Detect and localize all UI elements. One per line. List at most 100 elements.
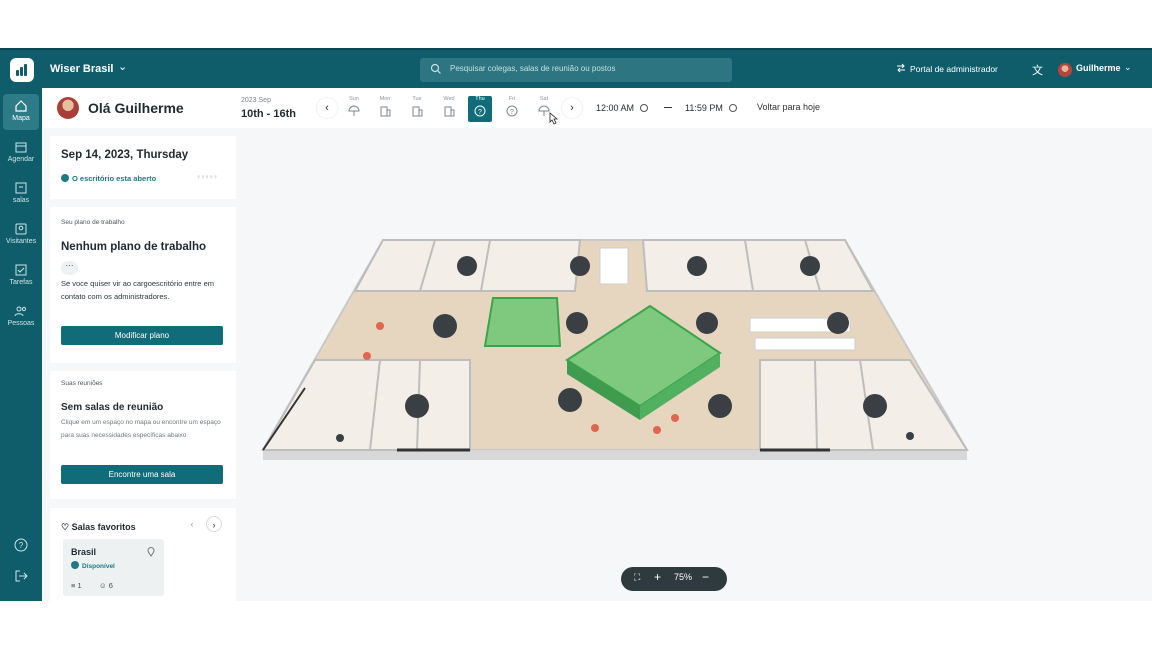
nav-label: Visitantes [5,238,37,245]
check-icon [71,561,79,569]
pod[interactable] [708,394,732,418]
desk-row[interactable] [754,337,856,351]
work-plan-label: Seu plano de trabalho [61,219,125,226]
day-thu[interactable]: Thu? [468,96,492,122]
office-icon [412,106,423,117]
nav-tasks[interactable]: Tarefas [3,258,39,294]
translate-icon[interactable]: 文 [1032,62,1043,78]
pod[interactable] [800,256,820,276]
day-fri[interactable]: Fri? [500,96,524,122]
selected-date: Sep 14, 2023, Thursday [61,149,189,161]
next-week-button[interactable]: › [562,98,582,118]
nav-people[interactable]: Pessoas [3,299,39,335]
nav-map[interactable]: Mapa [3,94,39,130]
more-options-button[interactable]: ··· [61,261,78,275]
desk-cluster[interactable] [599,247,629,285]
favorites-card: ♡ Salas favoritos ‹ › Brasil Disponível … [50,508,236,601]
chair [363,352,371,360]
chevron-down-icon[interactable]: ⌄ [1124,62,1132,73]
chair [376,322,384,330]
floor-edge [263,450,967,460]
home-icon [15,100,27,112]
left-nav: Mapa Agendar salas Visitantes Tarefas Pe… [0,88,42,601]
location-pin-icon[interactable] [147,547,155,557]
fullscreen-icon[interactable]: ⛶ [634,572,640,583]
day-sun[interactable]: Sun [342,96,366,122]
pod[interactable] [566,312,588,334]
zoom-out-button[interactable]: − [702,570,709,584]
svg-text:?: ? [19,541,24,550]
nav-visitors[interactable]: Visitantes [3,217,39,253]
room-floors: ≡ 1 [71,581,82,590]
start-time-field[interactable]: 12:00 AM [590,98,662,118]
clock-icon [728,104,737,112]
check-icon [61,174,69,182]
zoom-level: 75% [674,572,693,582]
meeting-room-small[interactable] [483,297,562,347]
pod[interactable] [827,312,849,334]
visitor-badge-icon [15,223,27,235]
chair [671,414,679,422]
user-name[interactable]: Guilherme [1076,63,1121,73]
chair [653,426,661,434]
cursor-icon [549,112,559,125]
meetings-label: Suas reuniões [61,380,103,387]
time-separator [664,107,672,108]
room-name: Brasil [71,547,97,557]
search-icon [430,63,441,74]
day-wed[interactable]: Wed [437,96,461,122]
end-time-field[interactable]: 11:59 PM [679,98,743,118]
pod[interactable] [405,394,429,418]
day-mon[interactable]: Mon [373,96,397,122]
search-input[interactable]: Pesquisar colegas, salas de reunião ou p… [420,58,732,82]
work-plan-card: Seu plano de trabalho Nenhum plano de tr… [50,207,236,363]
favorites-title: ♡ Salas favoritos [61,522,136,532]
day-tue[interactable]: Tue [405,96,429,122]
nav-label: Agendar [7,156,35,163]
work-plan-title: Nenhum plano de trabalho [61,241,207,253]
day-card: Sep 14, 2023, Thursday O escritório esta… [50,136,236,199]
office-status: O escritório esta aberto [61,174,156,183]
modify-plan-button[interactable]: Modificar plano [61,326,223,345]
pod[interactable] [457,256,477,276]
app-window: Wiser Brasil ⌄ Pesquisar colegas, salas … [0,48,1152,601]
week-range: 10th - 16th [241,108,297,120]
office-icon [380,106,391,117]
header-row: Olá Guilherme 2023 Sep 10th - 16th ‹ Sun… [42,88,1152,128]
org-name[interactable]: Wiser Brasil [50,63,114,75]
floor-map[interactable] [245,138,1152,601]
floor-plan-3d[interactable] [245,138,1152,601]
pod[interactable] [696,312,718,334]
app-logo-icon[interactable] [10,58,34,82]
next-favorite-button[interactable]: › [206,516,222,532]
pod[interactable] [570,256,590,276]
greeting: Olá Guilherme [88,100,184,116]
work-plan-text: Se voce quiser vir ao cargoescritório en… [61,279,214,301]
chair [591,424,599,432]
logout-icon[interactable] [14,569,28,583]
room-capacity: ☺ 6 [99,581,113,590]
people-icon: ♀♀♀♀♀ [196,174,218,181]
help-icon[interactable]: ? [14,538,28,552]
nav-schedule[interactable]: Agendar [3,135,39,171]
top-bar: Wiser Brasil ⌄ Pesquisar colegas, salas … [0,48,1152,88]
find-room-button[interactable]: Encontre uma sala [61,465,223,484]
prev-favorite-button[interactable]: ‹ [184,516,200,532]
zoom-in-button[interactable]: + [654,570,661,584]
meetings-card: Suas reuniões Sem salas de reunião Cliqu… [50,371,236,499]
nav-label: Mapa [12,115,30,122]
avatar[interactable] [1058,63,1072,77]
pod[interactable] [433,314,457,338]
nav-label: Pessoas [7,320,35,327]
week-year: 2023 Sep [241,97,271,104]
pod[interactable] [687,256,707,276]
prev-week-button[interactable]: ‹ [317,98,337,118]
meetings-text: Clique em um espaço no mapa ou encontre … [61,419,221,439]
nav-rooms[interactable]: salas [3,176,39,212]
admin-portal-link[interactable]: Portal de administrador [910,64,998,74]
pod[interactable] [558,388,582,412]
favorite-room-card[interactable]: Brasil Disponível ≡ 1 ☺ 6 [63,539,164,596]
pod[interactable] [863,394,887,418]
back-to-today-button[interactable]: Voltar para hoje [757,102,820,112]
chevron-down-icon[interactable]: ⌄ [118,60,127,73]
